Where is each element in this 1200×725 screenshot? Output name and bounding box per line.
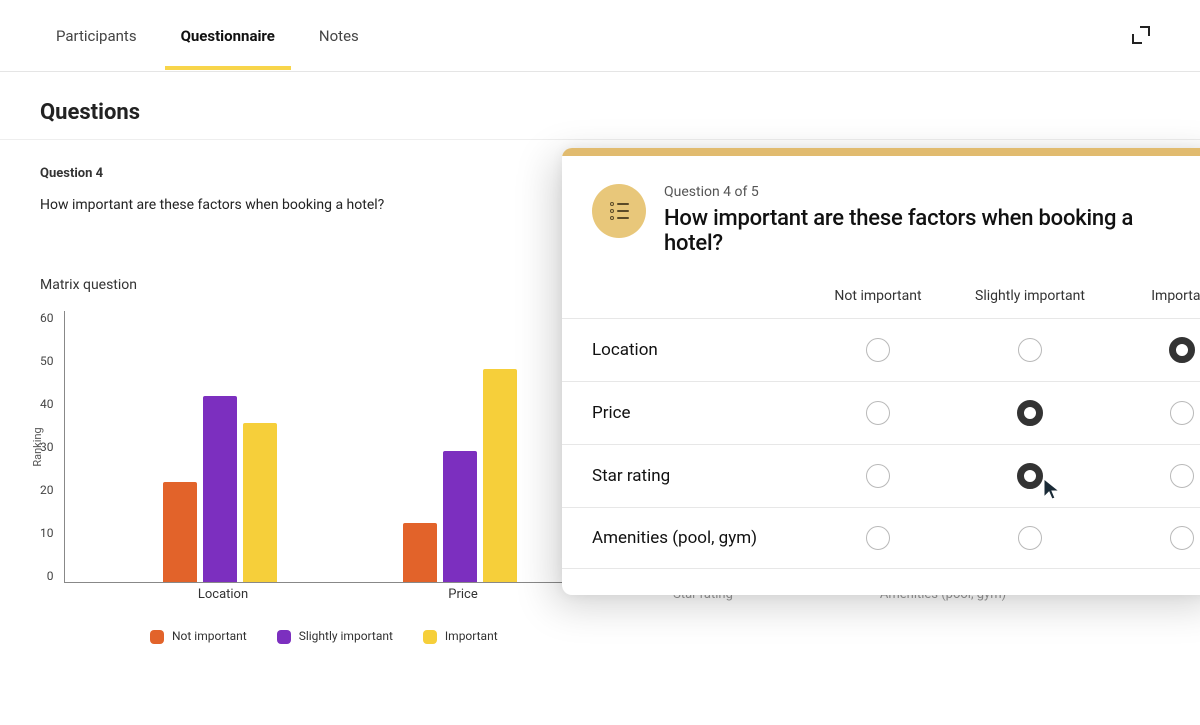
- y-axis: Ranking 60 50 40 30 20 10 0: [40, 311, 64, 583]
- y-tick: 0: [47, 569, 54, 583]
- legend-item: Slightly important: [277, 629, 393, 644]
- legend-item: Important: [423, 629, 498, 644]
- bar: [443, 451, 477, 582]
- y-axis-title: Ranking: [31, 427, 44, 466]
- tab-participants[interactable]: Participants: [40, 3, 153, 69]
- radio-button[interactable]: [866, 526, 890, 550]
- radio-button[interactable]: [1170, 401, 1194, 425]
- radio-button[interactable]: [866, 401, 890, 425]
- y-tick: 50: [40, 354, 54, 368]
- matrix-cell: [802, 401, 954, 425]
- radio-button[interactable]: [1017, 463, 1043, 489]
- matrix-cell: [1106, 526, 1200, 550]
- matrix-row-label: Star rating: [592, 466, 802, 486]
- bar-group: [403, 369, 517, 582]
- matrix-table: Not important Slightly important Importa…: [562, 276, 1200, 595]
- cursor-icon: [1042, 477, 1062, 501]
- bar: [483, 369, 517, 582]
- y-tick: 60: [40, 311, 54, 325]
- y-tick: 40: [40, 397, 54, 411]
- matrix-row: Star rating: [562, 445, 1200, 508]
- swatch-icon: [150, 630, 164, 644]
- matrix-cell: [802, 526, 954, 550]
- matrix-cell: [802, 464, 954, 488]
- overlay-accent-bar: [562, 148, 1200, 156]
- radio-button[interactable]: [866, 464, 890, 488]
- radio-button[interactable]: [1170, 526, 1194, 550]
- radio-button[interactable]: [1169, 337, 1195, 363]
- column-header: Not important: [802, 288, 954, 304]
- matrix-cell: [954, 400, 1106, 426]
- question-progress: Question 4 of 5: [664, 184, 1192, 200]
- radio-button[interactable]: [1017, 400, 1043, 426]
- bar-group: [163, 396, 277, 582]
- matrix-row: Amenities (pool, gym): [562, 508, 1200, 569]
- matrix-cell: [954, 526, 1106, 550]
- matrix-cell: [954, 463, 1106, 489]
- x-tick-label: Price: [448, 587, 477, 602]
- radio-button[interactable]: [1018, 338, 1042, 362]
- matrix-row-label: Price: [592, 403, 802, 423]
- overlay-question-text: How important are these factors when boo…: [664, 206, 1192, 256]
- radio-button[interactable]: [1018, 526, 1042, 550]
- tab-questionnaire[interactable]: Questionnaire: [165, 3, 291, 69]
- column-header: Important: [1106, 288, 1200, 304]
- y-tick: 10: [40, 526, 54, 540]
- legend-label: Slightly important: [299, 629, 393, 643]
- swatch-icon: [423, 630, 437, 644]
- radio-button[interactable]: [866, 338, 890, 362]
- question-overlay: Question 4 of 5 How important are these …: [562, 148, 1200, 595]
- tab-notes[interactable]: Notes: [303, 3, 375, 69]
- bar: [163, 482, 197, 582]
- radio-button[interactable]: [1170, 464, 1194, 488]
- y-tick: 20: [40, 483, 54, 497]
- bar: [243, 423, 277, 582]
- legend-item: Not important: [150, 629, 247, 644]
- swatch-icon: [277, 630, 291, 644]
- legend: Not important Slightly important Importa…: [40, 605, 1160, 644]
- matrix-cell: [954, 338, 1106, 362]
- bar: [203, 396, 237, 582]
- legend-label: Important: [445, 629, 498, 643]
- matrix-row: Price: [562, 382, 1200, 445]
- expand-icon[interactable]: [1132, 26, 1150, 44]
- legend-label: Not important: [172, 629, 247, 643]
- bar: [403, 523, 437, 582]
- tabs: Participants Questionnaire Notes: [0, 0, 1200, 72]
- matrix-cell: [802, 338, 954, 362]
- section-heading: Questions: [0, 72, 1200, 140]
- matrix-row-label: Amenities (pool, gym): [592, 528, 802, 548]
- matrix-cell: [1106, 401, 1200, 425]
- x-tick-label: Location: [198, 587, 248, 602]
- matrix-cell: [1106, 464, 1200, 488]
- column-header: Slightly important: [954, 288, 1106, 304]
- matrix-row-label: Location: [592, 340, 802, 360]
- matrix-row: Location: [562, 319, 1200, 382]
- matrix-cell: [1106, 337, 1200, 363]
- matrix-question-icon: [592, 184, 646, 238]
